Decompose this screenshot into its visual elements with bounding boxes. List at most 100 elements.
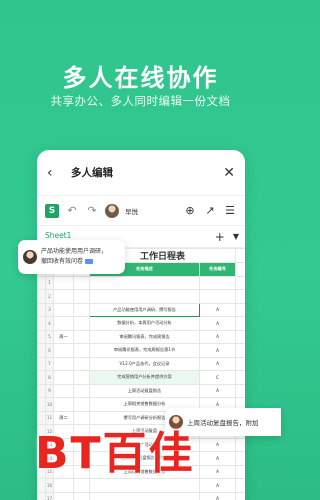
group-cell[interactable]: 周一	[53, 329, 74, 344]
task-cell[interactable]: 完成营销用户分析并提供方案	[89, 370, 200, 385]
blank-cell[interactable]	[235, 451, 245, 466]
blank-cell[interactable]	[235, 478, 245, 493]
menu-icon[interactable]: ☰	[223, 204, 237, 217]
row-gutter[interactable]	[37, 302, 46, 317]
group-cell[interactable]	[53, 397, 74, 412]
redo-icon[interactable]: ↷	[85, 204, 99, 217]
table-row[interactable]: 3 产品功能使用用户调研，撰写报告 A	[37, 302, 245, 317]
blank-cell[interactable]	[235, 383, 245, 398]
blank-cell[interactable]	[235, 302, 245, 317]
code-cell[interactable]	[198, 275, 237, 290]
group-cell[interactable]	[53, 316, 74, 331]
row-number[interactable]: 3	[45, 302, 54, 317]
row-number[interactable]: 8	[45, 370, 54, 385]
code-cell[interactable]: A	[198, 464, 237, 479]
share-icon[interactable]: ↗	[203, 204, 217, 217]
row-number[interactable]: 6	[45, 343, 54, 358]
row-gutter[interactable]	[37, 329, 46, 344]
group-cell[interactable]	[53, 491, 74, 500]
row-gutter[interactable]	[37, 383, 46, 398]
row-gutter[interactable]	[37, 343, 46, 358]
code-cell[interactable]: A	[198, 478, 237, 493]
blank-cell[interactable]	[235, 275, 245, 290]
code-cell[interactable]: A	[198, 343, 237, 358]
table-row[interactable]: 5 周一 审阅腾讯报表，完成周报告 A	[37, 329, 245, 344]
blank-cell[interactable]	[73, 343, 90, 358]
table-row[interactable]: 17 A	[37, 491, 245, 500]
row-gutter[interactable]	[37, 356, 46, 371]
blank-cell[interactable]	[73, 329, 90, 344]
row-gutter[interactable]	[37, 316, 46, 331]
row-number[interactable]: 17	[45, 491, 54, 500]
code-cell[interactable]: A	[198, 329, 237, 344]
blank-cell[interactable]	[73, 370, 90, 385]
blank-cell[interactable]	[235, 464, 245, 479]
row-number[interactable]: 10	[45, 397, 54, 412]
task-cell[interactable]: 上周活动复盘报告	[89, 383, 200, 398]
group-cell[interactable]	[53, 370, 74, 385]
group-cell[interactable]	[53, 302, 74, 317]
undo-icon[interactable]: ↶	[65, 204, 79, 217]
row-number[interactable]: 7	[45, 356, 54, 371]
add-user-icon[interactable]: ⊕	[183, 204, 197, 217]
code-cell[interactable]: A	[198, 316, 237, 331]
row-gutter[interactable]	[37, 289, 46, 304]
task-cell[interactable]: 审阅腾讯报表，完成周报告第1节	[89, 343, 200, 358]
group-cell[interactable]	[53, 383, 74, 398]
close-icon[interactable]: ✕	[223, 165, 235, 181]
task-cell[interactable]: V12.0产品迭代，会议记录	[89, 356, 200, 371]
blank-cell[interactable]	[73, 397, 90, 412]
table-row[interactable]: 9 上周活动复盘报告 A	[37, 383, 245, 398]
add-sheet-icon[interactable]: +	[215, 230, 225, 244]
task-cell[interactable]: 数据分析，本周用户活动分析	[89, 316, 200, 331]
row-gutter[interactable]	[37, 397, 46, 412]
row-number[interactable]: 5	[45, 329, 54, 344]
row-number[interactable]: 1	[45, 275, 54, 290]
blank-cell[interactable]	[73, 316, 90, 331]
row-number[interactable]: 9	[45, 383, 54, 398]
blank-cell[interactable]	[73, 289, 90, 304]
task-cell[interactable]	[89, 289, 200, 304]
blank-cell[interactable]	[235, 343, 245, 358]
row-number[interactable]: 4	[45, 316, 54, 331]
code-cell[interactable]: C	[198, 370, 237, 385]
task-cell[interactable]	[89, 275, 200, 290]
blank-cell[interactable]	[235, 370, 245, 385]
code-cell[interactable]: A	[198, 356, 237, 371]
blank-cell[interactable]	[73, 356, 90, 371]
group-cell[interactable]	[53, 356, 74, 371]
code-cell[interactable]	[198, 289, 237, 304]
blank-cell[interactable]	[235, 356, 245, 371]
group-cell[interactable]	[53, 289, 74, 304]
table-row[interactable]: 1	[37, 275, 245, 290]
blank-cell[interactable]	[73, 491, 90, 500]
blank-cell[interactable]	[235, 316, 245, 331]
table-row[interactable]: 6 审阅腾讯报表，完成周报告第1节 A	[37, 343, 245, 358]
task-cell[interactable]: 产品功能使用用户调研，撰写报告	[89, 302, 200, 317]
code-cell[interactable]: A	[198, 491, 237, 500]
table-row[interactable]: 8 完成营销用户分析并提供方案 C	[37, 370, 245, 385]
table-row[interactable]: 2	[37, 289, 245, 304]
task-cell[interactable]: 审阅腾讯报表，完成周报告	[89, 329, 200, 344]
back-icon[interactable]: ‹	[47, 165, 63, 181]
table-row[interactable]: 7 V12.0产品迭代，会议记录 A	[37, 356, 245, 371]
code-cell[interactable]: A	[198, 451, 237, 466]
blank-cell[interactable]	[235, 329, 245, 344]
code-cell[interactable]: A	[198, 437, 237, 452]
sheet-dropdown-icon[interactable]: ▼	[233, 232, 239, 241]
code-cell[interactable]: A	[198, 383, 237, 398]
group-cell[interactable]	[53, 275, 74, 290]
blank-cell[interactable]	[235, 437, 245, 452]
row-number[interactable]: 2	[45, 289, 54, 304]
blank-cell[interactable]	[73, 302, 90, 317]
code-cell[interactable]: A	[198, 302, 237, 317]
blank-cell[interactable]	[73, 275, 90, 290]
task-cell[interactable]	[89, 491, 200, 500]
blank-cell[interactable]	[235, 289, 245, 304]
group-cell[interactable]	[53, 343, 74, 358]
blank-cell[interactable]	[73, 383, 90, 398]
row-gutter[interactable]	[37, 370, 46, 385]
row-gutter[interactable]	[37, 275, 46, 290]
blank-cell[interactable]	[235, 491, 245, 500]
row-gutter[interactable]	[37, 491, 46, 500]
